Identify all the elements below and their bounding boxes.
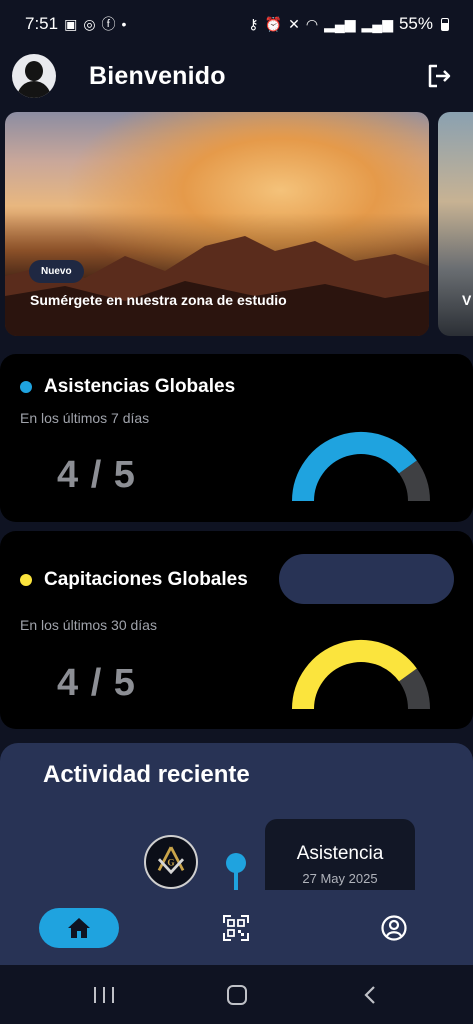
card-pill	[279, 554, 454, 604]
carousel-slide[interactable]: V	[438, 112, 473, 336]
card-value: 4 / 5	[57, 662, 136, 704]
status-bar: 7:51 ▣ ◎ ⓕ • ⚷ ⏰ ✕ ◠ ▂▄▆ ▂▄▆ 55%	[0, 0, 473, 48]
attendance-card[interactable]: Asistencias Globales En los últimos 7 dí…	[0, 354, 473, 522]
activity-date: 27 May 2025	[302, 871, 378, 886]
system-home-button[interactable]	[227, 985, 247, 1005]
home-icon	[68, 918, 90, 938]
card-title-row: Asistencias Globales	[20, 376, 235, 398]
gauge-track	[398, 460, 430, 501]
recent-apps-button[interactable]	[94, 987, 114, 1003]
status-left: 7:51 ▣ ◎ ⓕ •	[25, 14, 126, 34]
signal-icon: ▂▄▆	[324, 16, 356, 32]
battery-icon	[441, 17, 449, 31]
qr-code-icon[interactable]	[223, 915, 249, 941]
masonic-emblem-icon: G	[144, 835, 198, 889]
page-title: Bienvenido	[89, 61, 226, 90]
slide-title: V	[462, 292, 472, 308]
carousel-slide[interactable]: Nuevo Sumérgete en nuestra zona de estud…	[5, 112, 429, 336]
logout-icon[interactable]	[425, 62, 453, 90]
user-avatar-icon[interactable]	[12, 54, 56, 98]
facebook-icon: ⓕ	[101, 16, 116, 32]
signal-icon: ▂▄▆	[361, 16, 393, 32]
card-title-row: Capitaciones Globales	[20, 569, 248, 591]
notification-dot: •	[121, 16, 127, 32]
recent-bar	[103, 987, 105, 1003]
card-indicator-dot	[20, 574, 32, 586]
svg-text:G: G	[167, 859, 174, 869]
back-icon[interactable]	[362, 985, 378, 1005]
recent-bar	[112, 987, 114, 1003]
progress-gauge	[292, 640, 430, 709]
nav-home-button[interactable]	[39, 908, 119, 948]
captations-card[interactable]: Capitaciones Globales En los últimos 30 …	[0, 531, 473, 729]
key-icon: ⚷	[248, 16, 259, 32]
activity-label: Asistencia	[296, 843, 384, 864]
card-title: Capitaciones Globales	[44, 569, 248, 590]
card-subtitle: En los últimos 7 días	[20, 410, 150, 426]
battery-text: 55%	[398, 14, 433, 33]
avatar-body	[17, 81, 51, 98]
card-indicator-dot	[20, 381, 32, 393]
section-title: Actividad reciente	[43, 761, 250, 788]
gauge-track	[398, 668, 430, 709]
wifi-icon: ◠	[305, 16, 319, 32]
status-time: 7:51	[25, 14, 59, 33]
system-navigation-bar	[0, 965, 473, 1024]
new-badge: Nuevo	[29, 260, 84, 283]
slide-title: Sumérgete en nuestra zona de estudio	[30, 292, 287, 308]
mute-icon: ✕	[288, 16, 300, 32]
status-right: ⚷ ⏰ ✕ ◠ ▂▄▆ ▂▄▆ 55%	[248, 14, 449, 34]
gallery-icon: ▣	[64, 16, 78, 32]
card-title: Asistencias Globales	[44, 376, 236, 397]
recent-activity-panel: Actividad reciente G Asistencia 27 May 2…	[0, 743, 473, 903]
profile-icon[interactable]	[381, 915, 407, 941]
bottom-navigation	[0, 890, 473, 965]
progress-gauge	[292, 432, 430, 501]
gauge-fill	[292, 432, 417, 501]
alarm-icon: ⏰	[264, 16, 283, 32]
recent-bar	[94, 987, 96, 1003]
gauge-fill	[292, 640, 417, 709]
card-value: 4 / 5	[57, 454, 136, 496]
app-header: Bienvenido	[0, 48, 473, 104]
whatsapp-icon: ◎	[83, 16, 96, 32]
card-subtitle: En los últimos 30 días	[20, 617, 157, 633]
avatar-head	[25, 61, 43, 81]
featured-carousel[interactable]: Nuevo Sumérgete en nuestra zona de estud…	[0, 112, 473, 337]
